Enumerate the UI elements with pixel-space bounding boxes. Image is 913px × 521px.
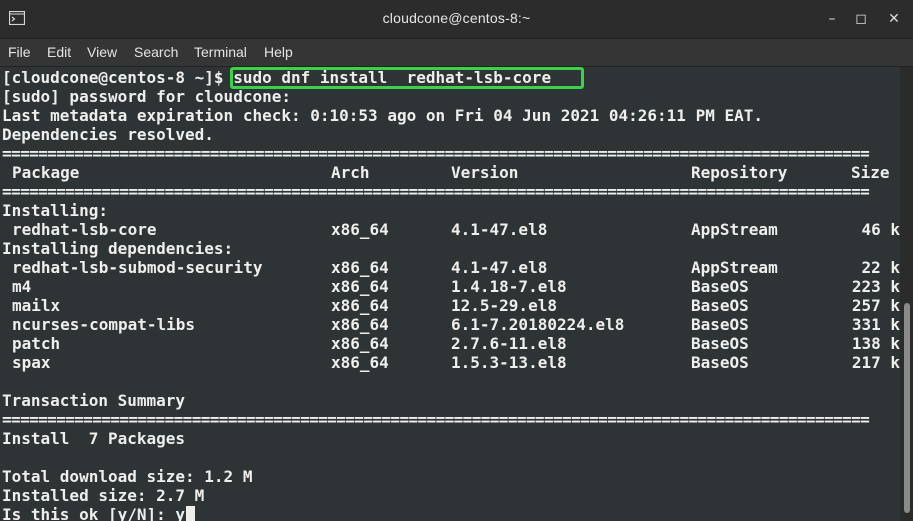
row-package: patch bbox=[12, 334, 61, 353]
row-size: 22 k bbox=[861, 258, 900, 277]
row-arch: x86_64 bbox=[331, 296, 389, 315]
header-arch: Arch bbox=[331, 163, 370, 182]
row-package: redhat-lsb-core bbox=[12, 220, 157, 239]
terminal-output[interactable]: [cloudcone@centos-8 ~]$ sudo dnf install… bbox=[0, 67, 900, 521]
menu-view[interactable]: View bbox=[87, 44, 117, 60]
sudo-prompt-line: [sudo] password for cloudcone: bbox=[2, 87, 291, 106]
vertical-scrollbar[interactable] bbox=[900, 67, 913, 521]
table-row: ncurses-compat-libs x86_64 6.1-7.2018022… bbox=[2, 315, 900, 334]
table-row: mailx x86_64 12.5-29.el8 BaseOS 257 k bbox=[2, 296, 900, 315]
table-row: m4 x86_64 1.4.18-7.el8 BaseOS 223 k bbox=[2, 277, 900, 296]
row-package: ncurses-compat-libs bbox=[12, 315, 196, 334]
table-row: patch x86_64 2.7.6-11.el8 BaseOS 138 k bbox=[2, 334, 900, 353]
shell-prompt: [cloudcone@centos-8 ~]$ bbox=[2, 68, 234, 87]
install-count: Install 7 Packages bbox=[2, 429, 186, 448]
metadata-line: Last metadata expiration check: 0:10:53 … bbox=[2, 106, 763, 125]
deps-resolved-line: Dependencies resolved. bbox=[2, 125, 214, 144]
row-version: 4.1-47.el8 bbox=[451, 258, 548, 277]
row-arch: x86_64 bbox=[331, 353, 389, 372]
header-version: Version bbox=[451, 163, 519, 182]
transaction-summary: Transaction Summary bbox=[2, 391, 186, 410]
row-size: 46 k bbox=[861, 220, 900, 239]
separator-line: ========================================… bbox=[2, 182, 870, 201]
row-version: 1.5.3-13.el8 bbox=[451, 353, 567, 372]
minimize-icon[interactable]: – bbox=[822, 9, 842, 29]
row-size: 217 k bbox=[851, 353, 900, 372]
row-arch: x86_64 bbox=[331, 277, 389, 296]
row-arch: x86_64 bbox=[331, 315, 389, 334]
menu-file[interactable]: File bbox=[8, 44, 31, 60]
table-header: Package Arch Version Repository Size bbox=[2, 163, 900, 182]
installing-label: Installing: bbox=[2, 201, 108, 220]
row-version: 2.7.6-11.el8 bbox=[451, 334, 567, 353]
menu-bar: File Edit View Search Terminal Help bbox=[0, 39, 913, 67]
row-repository: BaseOS bbox=[691, 315, 749, 334]
close-icon[interactable]: ✕ bbox=[884, 9, 904, 29]
row-version: 12.5-29.el8 bbox=[451, 296, 557, 315]
row-version: 1.4.18-7.el8 bbox=[451, 277, 567, 296]
confirm-prompt: Is this ok [y/N]: y bbox=[2, 505, 186, 521]
terminal-window: cloudcone@centos-8:~ – ◻ ✕ File Edit Vie… bbox=[0, 0, 913, 521]
row-repository: AppStream bbox=[691, 220, 778, 239]
row-arch: x86_64 bbox=[331, 334, 389, 353]
menu-edit[interactable]: Edit bbox=[47, 44, 71, 60]
row-size: 138 k bbox=[851, 334, 900, 353]
title-bar[interactable]: cloudcone@centos-8:~ – ◻ ✕ bbox=[0, 0, 913, 39]
row-repository: BaseOS bbox=[691, 296, 749, 315]
separator-line: ========================================… bbox=[2, 410, 870, 429]
header-repository: Repository bbox=[691, 163, 788, 182]
command-text: sudo dnf install redhat-lsb-core bbox=[233, 68, 552, 87]
row-repository: BaseOS bbox=[691, 353, 749, 372]
table-row: spax x86_64 1.5.3-13.el8 BaseOS 217 k bbox=[2, 353, 900, 372]
confirm-line: Is this ok [y/N]: y bbox=[2, 505, 196, 521]
row-arch: x86_64 bbox=[331, 258, 389, 277]
scrollbar-thumb[interactable] bbox=[904, 303, 910, 513]
row-size: 223 k bbox=[851, 277, 900, 296]
separator-line: ========================================… bbox=[2, 144, 870, 163]
menu-help[interactable]: Help bbox=[264, 44, 293, 60]
command-line: [cloudcone@centos-8 ~]$ sudo dnf install… bbox=[2, 68, 551, 87]
installed-size: Installed size: 2.7 M bbox=[2, 486, 205, 505]
row-package: spax bbox=[12, 353, 51, 372]
row-version: 4.1-47.el8 bbox=[451, 220, 548, 239]
row-package: redhat-lsb-submod-security bbox=[12, 258, 263, 277]
row-repository: BaseOS bbox=[691, 277, 749, 296]
maximize-icon[interactable]: ◻ bbox=[851, 9, 871, 29]
row-size: 331 k bbox=[851, 315, 900, 334]
menu-terminal[interactable]: Terminal bbox=[194, 44, 247, 60]
text-cursor bbox=[186, 506, 196, 521]
deps-label: Installing dependencies: bbox=[2, 239, 234, 258]
row-arch: x86_64 bbox=[331, 220, 389, 239]
row-version: 6.1-7.20180224.el8 bbox=[451, 315, 625, 334]
table-row: redhat-lsb-submod-security x86_64 4.1-47… bbox=[2, 258, 900, 277]
row-repository: AppStream bbox=[691, 258, 778, 277]
menu-search[interactable]: Search bbox=[134, 44, 178, 60]
table-row: redhat-lsb-core x86_64 4.1-47.el8 AppStr… bbox=[2, 220, 900, 239]
row-package: mailx bbox=[12, 296, 61, 315]
header-size: Size bbox=[851, 163, 890, 182]
total-download: Total download size: 1.2 M bbox=[2, 467, 253, 486]
row-repository: BaseOS bbox=[691, 334, 749, 353]
row-size: 257 k bbox=[851, 296, 900, 315]
header-package: Package bbox=[12, 163, 80, 182]
window-title: cloudcone@centos-8:~ bbox=[382, 10, 531, 26]
row-package: m4 bbox=[12, 277, 32, 296]
